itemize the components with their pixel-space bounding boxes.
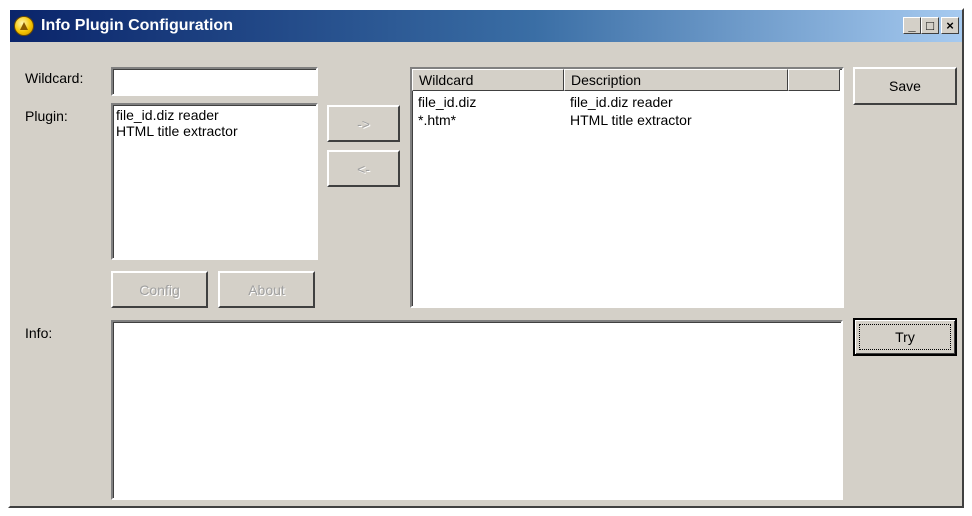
about-button[interactable]: About	[218, 271, 315, 308]
about-label: About	[248, 281, 285, 298]
config-label: Config	[139, 281, 180, 298]
window-title: Info Plugin Configuration	[41, 17, 233, 34]
plugin-list-item[interactable]: HTML title extractor	[113, 123, 316, 139]
plugin-listbox[interactable]: file_id.diz reader HTML title extractor	[111, 103, 318, 260]
row-wildcard-cell: file_id.diz	[418, 94, 477, 110]
add-mapping-label: ->	[357, 115, 370, 132]
close-icon: ×	[946, 18, 954, 33]
minimize-button[interactable]: _	[903, 17, 921, 34]
remove-mapping-button[interactable]: <-	[327, 150, 400, 187]
title-bar[interactable]: Info Plugin Configuration _ □ ×	[10, 10, 962, 42]
plugin-list-item[interactable]: file_id.diz reader	[113, 107, 316, 123]
column-header-extra[interactable]	[788, 69, 840, 91]
info-textarea[interactable]	[111, 320, 843, 500]
row-description-cell: file_id.diz reader	[570, 94, 673, 110]
plugin-app-icon	[14, 16, 34, 36]
column-header-description[interactable]: Description	[564, 69, 788, 91]
maximize-button[interactable]: □	[921, 17, 939, 34]
mapping-listview[interactable]: Wildcard Description file_id.diz file_id…	[410, 67, 844, 308]
maximize-icon: □	[926, 18, 934, 33]
info-label: Info:	[25, 325, 53, 341]
row-wildcard-cell: *.htm*	[418, 112, 457, 128]
wildcard-label: Wildcard:	[25, 70, 84, 86]
save-button[interactable]: Save	[853, 67, 957, 105]
save-label: Save	[889, 78, 921, 94]
close-button[interactable]: ×	[941, 17, 959, 34]
wildcard-input[interactable]	[111, 67, 318, 96]
row-description-cell: HTML title extractor	[570, 112, 692, 128]
column-header-wildcard-label: Wildcard	[419, 72, 474, 88]
config-button[interactable]: Config	[111, 271, 208, 308]
column-header-wildcard[interactable]: Wildcard	[412, 69, 564, 91]
column-header-description-label: Description	[571, 72, 642, 88]
remove-mapping-label: <-	[357, 160, 370, 177]
dialog-window: Info Plugin Configuration _ □ × Wildcard…	[8, 8, 964, 508]
plugin-label: Plugin:	[25, 108, 68, 124]
minimize-icon: _	[908, 18, 916, 33]
add-mapping-button[interactable]: ->	[327, 105, 400, 142]
try-button[interactable]: Try	[853, 318, 957, 356]
focus-ring	[859, 324, 951, 350]
